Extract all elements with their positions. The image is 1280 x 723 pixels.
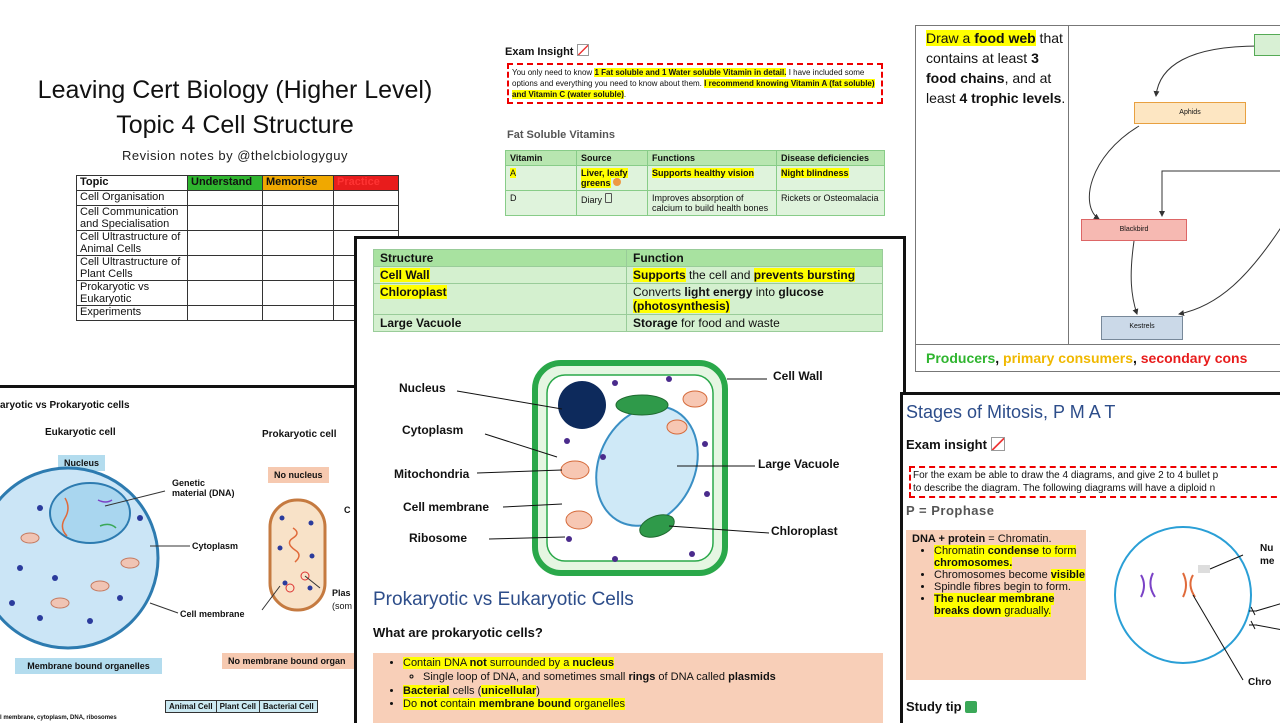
- list-item: Contain DNA not surrounded by a nucleus …: [403, 657, 883, 683]
- food-web-node-blackbird: Blackbird: [1081, 219, 1187, 241]
- topic-row: Cell Ultrastructure of Plant Cells: [76, 255, 188, 281]
- nmbo-tag: No membrane bound organ: [222, 653, 356, 669]
- list-item: Chromatin condense to form chromosomes.: [934, 545, 1086, 569]
- mbo-tag: Membrane bound organelles: [15, 658, 162, 674]
- food-web-panel: Draw a food web that contains at least 3…: [915, 25, 1280, 372]
- chart-icon: [990, 437, 1005, 451]
- structure-function-table: Structure Function Cell Wall Supports th…: [373, 249, 883, 332]
- plasmid-label: Plas: [332, 588, 351, 598]
- exam-insight-heading: Exam Insight: [505, 43, 589, 58]
- chro-label: Chro: [1248, 677, 1272, 688]
- trophic-legend: Producers, primary consumers, secondary …: [916, 344, 1280, 371]
- food-web-node-kestrels: Kestrels: [1101, 316, 1183, 340]
- list-item: Do not contain membrane bound organelles: [403, 698, 883, 710]
- list-item: The nuclear membrane breaks down gradual…: [934, 593, 1086, 617]
- col-understand: Understand: [187, 175, 263, 191]
- vitamin-table: Vitamin Source Functions Disease deficie…: [505, 150, 885, 216]
- list-item: Single loop of DNA, and sometimes small …: [423, 671, 883, 683]
- euk-vs-pro-panel: aryotic vs Prokaryotic cells Eukaryotic …: [0, 385, 359, 723]
- table-row: Chloroplast Converts light energy into g…: [373, 283, 883, 315]
- prophase-diagram: [1114, 526, 1280, 681]
- food-web-task: Draw a food web that contains at least 3…: [926, 30, 1066, 106]
- doc-title-line1: Leaving Cert Biology (Higher Level): [37, 76, 433, 104]
- insight-box: You only need to know 1 Fat soluble and …: [507, 63, 883, 104]
- table-row: Cell Wall Supports the cell and prevents…: [373, 266, 883, 284]
- cell-compare-table: Animal Cell Plant Cell Bacterial Cell: [165, 700, 318, 713]
- membrane-label: Cell membrane: [180, 609, 245, 619]
- topic-row: Prokaryotic vs Eukaryotic: [76, 280, 188, 306]
- topic-row: Cell Ultrastructure of Animal Cells: [76, 230, 188, 256]
- label-cytoplasm: Cytoplasm: [402, 423, 464, 437]
- label-nucleus: Nucleus: [399, 381, 446, 395]
- plant-cell-panel: Structure Function Cell Wall Supports th…: [354, 236, 906, 723]
- cytoplasm-label: Cytoplasm: [192, 541, 239, 551]
- producer-node: [1254, 34, 1280, 56]
- section-title: Prokaryotic vs Eukaryotic Cells: [373, 589, 634, 610]
- question-heading: What are prokaryotic cells?: [373, 625, 543, 640]
- chart-icon: [576, 44, 589, 56]
- topic-row: Cell Communication and Specialisation: [76, 205, 188, 231]
- nu-label: Nu: [1260, 543, 1274, 554]
- label-ribosome: Ribosome: [409, 531, 468, 545]
- label-chloroplast: Chloroplast: [771, 524, 838, 538]
- dna-label: Genetic material (DNA): [172, 478, 235, 498]
- book-icon: [965, 701, 978, 713]
- label-large-vacuole: Large Vacuole: [758, 457, 840, 471]
- cut-label: C: [344, 505, 351, 515]
- mitosis-title: Stages of Mitosis, P M A T: [906, 402, 1116, 422]
- food-web-arrows: [1088, 45, 1280, 316]
- col-practice: Practice: [333, 175, 399, 191]
- section-heading: Fat Soluble Vitamins: [507, 129, 615, 141]
- me-label: me: [1260, 556, 1275, 567]
- list-item: Spindle fibres begin to form.: [934, 581, 1086, 593]
- exam-insight-heading: Exam insight: [906, 435, 1005, 452]
- topic-row: Experiments: [76, 305, 188, 321]
- col-memorise: Memorise: [262, 175, 334, 191]
- vitamins-panel: Exam Insight You only need to know 1 Fat…: [495, 30, 895, 240]
- mitosis-panel: Stages of Mitosis, P M A T Exam insight …: [900, 392, 1280, 723]
- topic-row: Cell Organisation: [76, 190, 188, 206]
- doc-title-line2: Topic 4 Cell Structure: [116, 111, 354, 139]
- food-icon: [613, 178, 622, 186]
- table-row: D Diary Improves absorption of calcium t…: [505, 190, 885, 216]
- study-tip-heading: Study tip: [906, 699, 978, 714]
- byline: Revision notes by @thelcbiologyguy: [121, 148, 349, 163]
- col-topic: Topic: [76, 175, 188, 191]
- list-item: Bacterial cells (unicellular): [403, 685, 883, 697]
- row-label: l membrane, cytoplasm, DNA, ribosomes: [0, 715, 117, 721]
- label-cell-membrane: Cell membrane: [403, 500, 490, 514]
- prokaryote-notes: Contain DNA not surrounded by a nucleus …: [373, 653, 883, 723]
- phase-heading: P = Prophase: [906, 503, 995, 518]
- table-row: A Liver, leafy greens Supports healthy v…: [505, 165, 885, 191]
- food-web-node-aphids: Aphids: [1134, 102, 1246, 124]
- milk-icon: [604, 193, 612, 203]
- food-web-diagram: Aphids Blackbird Kestrels: [1068, 26, 1280, 344]
- plasmid-note: (som: [332, 601, 352, 611]
- insight-box: For the exam be able to draw the 4 diagr…: [909, 466, 1280, 498]
- prophase-notes: DNA + protein = Chromatin. Chromatin con…: [906, 530, 1086, 680]
- label-cell-wall: Cell Wall: [773, 369, 823, 383]
- label-mitochondria: Mitochondria: [394, 467, 470, 481]
- topic-checklist-table: Topic Understand Memorise Practice Cell …: [76, 175, 399, 321]
- list-item: Chromosomes become visible: [934, 569, 1086, 581]
- table-row: Large Vacuole Storage for food and waste: [373, 314, 883, 332]
